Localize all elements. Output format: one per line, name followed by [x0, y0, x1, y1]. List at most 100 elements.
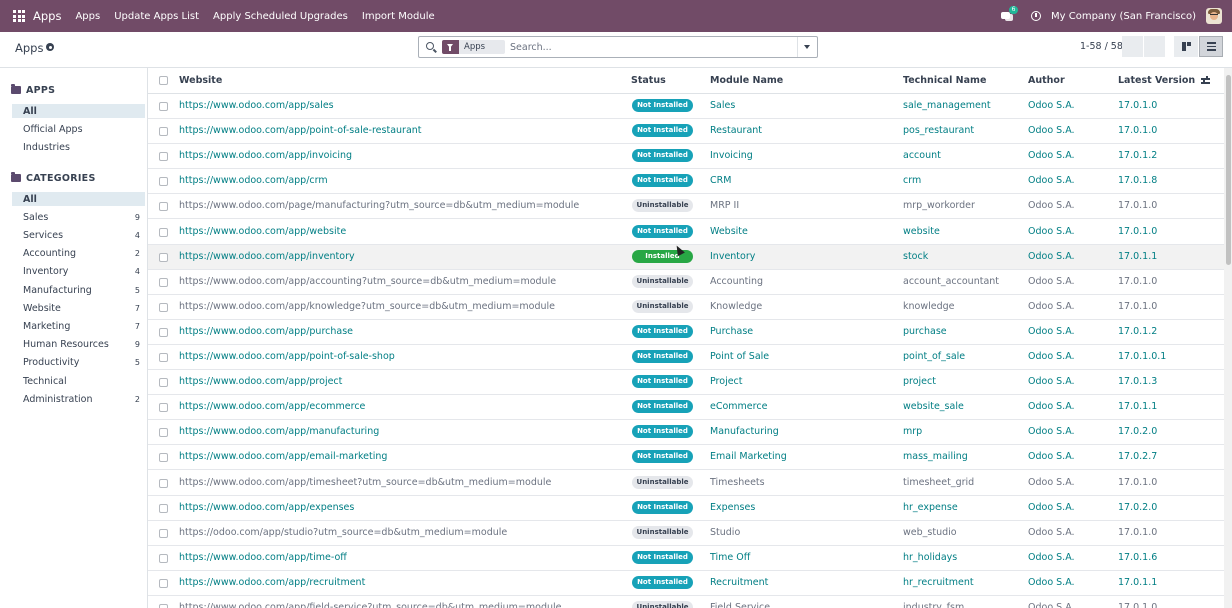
row-checkbox[interactable]: [159, 202, 168, 212]
pager-previous-button[interactable]: [1122, 36, 1143, 57]
row-checkbox[interactable]: [159, 127, 168, 137]
cell-module-name[interactable]: CRM: [710, 175, 731, 186]
cell-technical-name[interactable]: sale_management: [903, 100, 991, 111]
list-view-button[interactable]: [1199, 36, 1223, 57]
cell-technical-name[interactable]: crm: [903, 175, 921, 186]
cell-website-link[interactable]: https://www.odoo.com/app/knowledge?utm_s…: [179, 301, 555, 312]
cell-website-link[interactable]: https://www.odoo.com/app/inventory: [179, 251, 355, 262]
cell-author[interactable]: Odoo S.A.: [1028, 401, 1075, 412]
table-row[interactable]: https://www.odoo.com/app/field-service?u…: [148, 596, 1224, 608]
cell-website-link[interactable]: https://www.odoo.com/app/accounting?utm_…: [179, 276, 556, 287]
cell-latest-version[interactable]: 17.0.1.0: [1118, 226, 1157, 237]
cell-latest-version[interactable]: 17.0.1.0: [1118, 100, 1157, 111]
cell-latest-version[interactable]: 17.0.1.0.1: [1118, 351, 1166, 362]
row-checkbox[interactable]: [159, 152, 168, 162]
table-row[interactable]: https://www.odoo.com/app/purchase Not Ins…: [148, 320, 1224, 345]
row-checkbox[interactable]: [159, 403, 168, 413]
optional-columns-sliders-icon[interactable]: [1201, 76, 1210, 85]
cell-module-name[interactable]: Accounting: [710, 276, 763, 287]
page-title[interactable]: Apps: [15, 41, 43, 55]
nav-menu-apps[interactable]: Apps: [75, 11, 100, 22]
cell-technical-name[interactable]: project: [903, 376, 936, 387]
cell-technical-name[interactable]: account: [903, 150, 941, 161]
row-checkbox[interactable]: [159, 277, 168, 287]
cell-latest-version[interactable]: 17.0.1.0: [1118, 125, 1157, 136]
table-row[interactable]: https://www.odoo.com/app/email-marketing…: [148, 445, 1224, 471]
cell-module-name[interactable]: Project: [710, 376, 743, 387]
cell-technical-name[interactable]: hr_holidays: [903, 552, 957, 563]
sidebar-item-category-accounting[interactable]: Accounting 2: [12, 247, 145, 261]
sidebar-item-category-productivity[interactable]: Productivity 5: [12, 356, 145, 370]
table-row[interactable]: https://www.odoo.com/app/knowledge?utm_s…: [148, 295, 1224, 320]
cell-latest-version[interactable]: 17.0.1.0: [1118, 276, 1157, 287]
cell-author[interactable]: Odoo S.A.: [1028, 326, 1075, 337]
cell-module-name[interactable]: Time Off: [710, 552, 750, 563]
cell-author[interactable]: Odoo S.A.: [1028, 602, 1075, 608]
cell-technical-name[interactable]: account_accountant: [903, 276, 999, 287]
cell-module-name[interactable]: Timesheets: [710, 477, 765, 488]
cell-technical-name[interactable]: website_sale: [903, 401, 964, 412]
user-avatar[interactable]: [1206, 8, 1222, 24]
sidebar-item-category-administration[interactable]: Administration 2: [12, 392, 145, 406]
cell-module-name[interactable]: Invoicing: [710, 150, 753, 161]
column-header-website[interactable]: Website: [179, 75, 222, 86]
pager-next-button[interactable]: [1144, 36, 1165, 57]
cell-module-name[interactable]: Recruitment: [710, 577, 768, 588]
row-checkbox[interactable]: [159, 478, 168, 488]
cell-author[interactable]: Odoo S.A.: [1028, 276, 1075, 287]
row-checkbox[interactable]: [159, 553, 168, 563]
cell-module-name[interactable]: Point of Sale: [710, 351, 769, 362]
cell-latest-version[interactable]: 17.0.2.0: [1118, 502, 1157, 513]
cell-website-link[interactable]: https://www.odoo.com/app/point-of-sale-s…: [179, 351, 395, 362]
cell-website-link[interactable]: https://www.odoo.com/app/crm: [179, 175, 328, 186]
search-input[interactable]: [510, 39, 790, 55]
row-checkbox[interactable]: [159, 503, 168, 513]
cell-author[interactable]: Odoo S.A.: [1028, 226, 1075, 237]
cell-author[interactable]: Odoo S.A.: [1028, 502, 1075, 513]
cell-technical-name[interactable]: hr_expense: [903, 502, 958, 513]
nav-menu-update-apps-list[interactable]: Update Apps List: [114, 11, 199, 22]
cell-module-name[interactable]: Purchase: [710, 326, 753, 337]
cell-author[interactable]: Odoo S.A.: [1028, 577, 1075, 588]
cell-author[interactable]: Odoo S.A.: [1028, 376, 1075, 387]
table-row[interactable]: https://www.odoo.com/app/inventory Instal…: [148, 244, 1224, 270]
row-checkbox[interactable]: [159, 302, 168, 312]
sidebar-item-category-human-resources[interactable]: Human Resources 9: [12, 338, 145, 352]
kanban-view-button[interactable]: [1174, 36, 1198, 57]
nav-menu-import-module[interactable]: Import Module: [362, 11, 435, 22]
cell-module-name[interactable]: Website: [710, 226, 748, 237]
cell-module-name[interactable]: eCommerce: [710, 401, 767, 412]
cell-author[interactable]: Odoo S.A.: [1028, 150, 1075, 161]
table-row[interactable]: https://www.odoo.com/app/crm Not Installe…: [148, 169, 1224, 195]
table-row[interactable]: https://www.odoo.com/app/point-of-sale-s…: [148, 345, 1224, 370]
table-row[interactable]: https://www.odoo.com/app/time-off Not Ins…: [148, 546, 1224, 571]
cell-website-link[interactable]: https://www.odoo.com/app/ecommerce: [179, 401, 365, 412]
app-switcher-grid-icon[interactable]: [13, 10, 25, 22]
cell-module-name[interactable]: Manufacturing: [710, 426, 779, 437]
cell-latest-version[interactable]: 17.0.1.6: [1118, 552, 1157, 563]
sidebar-item-industries[interactable]: Industries: [12, 140, 145, 154]
row-checkbox[interactable]: [159, 177, 168, 187]
sidebar-item-category-marketing[interactable]: Marketing 7: [12, 319, 145, 333]
cell-module-name[interactable]: Restaurant: [710, 125, 762, 136]
cell-latest-version[interactable]: 17.0.1.0: [1118, 200, 1157, 211]
cell-technical-name[interactable]: timesheet_grid: [903, 477, 974, 488]
row-checkbox[interactable]: [159, 604, 168, 608]
cell-author[interactable]: Odoo S.A.: [1028, 100, 1075, 111]
row-checkbox[interactable]: [159, 578, 168, 588]
cell-author[interactable]: Odoo S.A.: [1028, 451, 1075, 462]
cell-author[interactable]: Odoo S.A.: [1028, 301, 1075, 312]
sidebar-item-category-manufacturing[interactable]: Manufacturing 5: [12, 283, 145, 297]
activity-clock-icon[interactable]: [1031, 11, 1042, 21]
cell-latest-version[interactable]: 17.0.1.0: [1118, 301, 1157, 312]
cell-technical-name[interactable]: mass_mailing: [903, 451, 968, 462]
cell-author[interactable]: Odoo S.A.: [1028, 477, 1075, 488]
cell-module-name[interactable]: Studio: [710, 527, 740, 538]
cell-author[interactable]: Odoo S.A.: [1028, 175, 1075, 186]
table-row[interactable]: https://www.odoo.com/app/manufacturing No…: [148, 420, 1224, 446]
row-checkbox[interactable]: [159, 453, 168, 463]
cell-website-link[interactable]: https://www.odoo.com/app/expenses: [179, 502, 354, 513]
cell-author[interactable]: Odoo S.A.: [1028, 527, 1075, 538]
cell-technical-name[interactable]: purchase: [903, 326, 947, 337]
cell-module-name[interactable]: Inventory: [710, 251, 755, 262]
